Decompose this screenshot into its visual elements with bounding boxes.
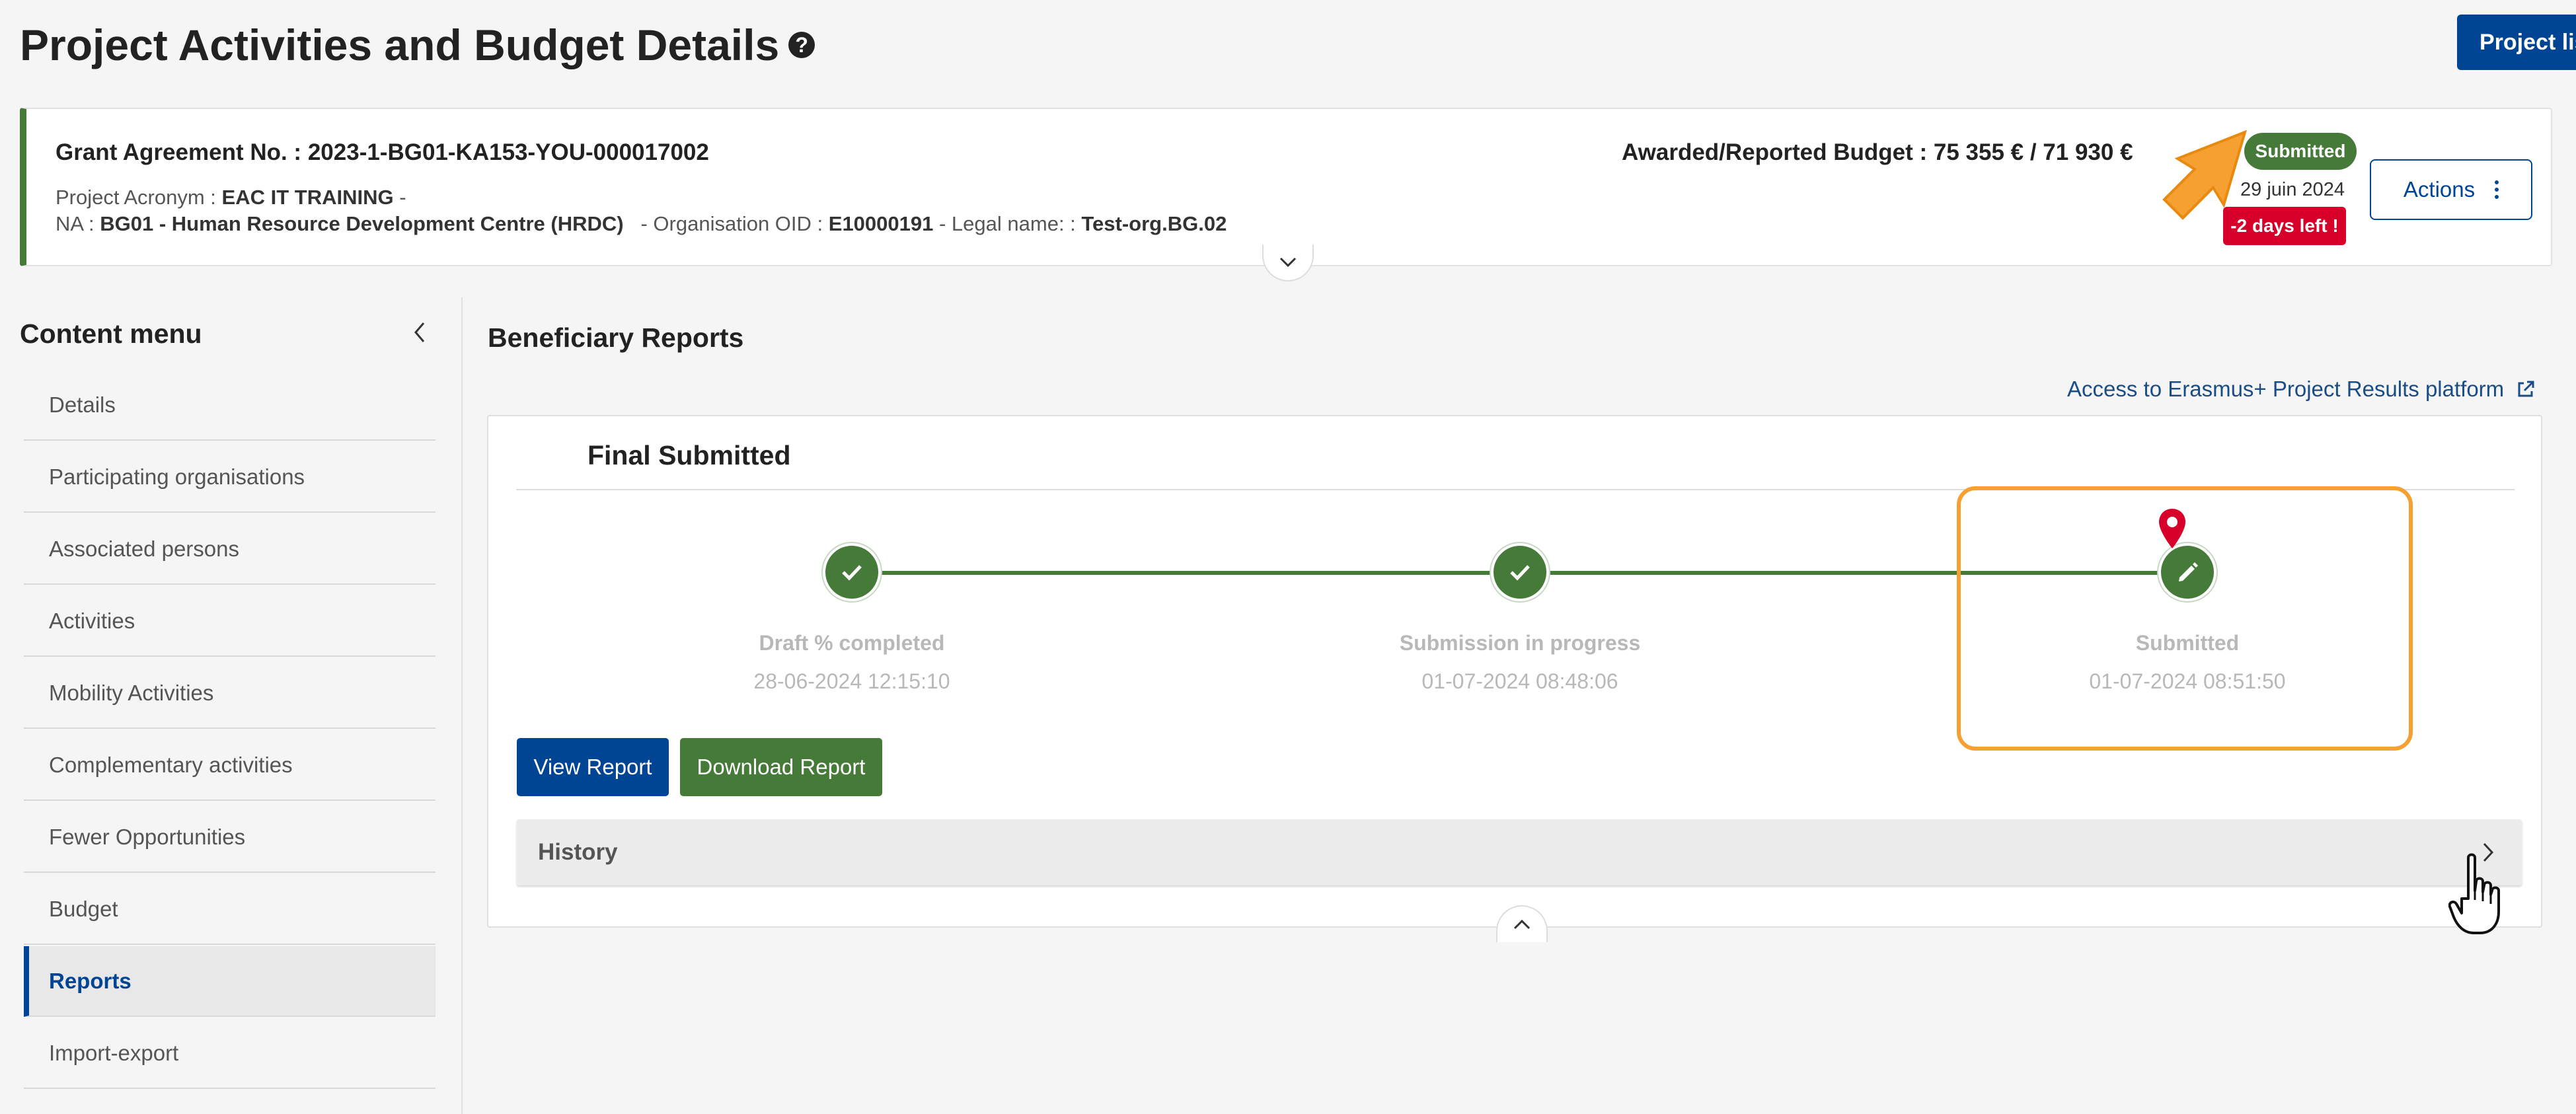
page-title-text: Project Activities and Budget Details [20,20,780,69]
sidebar-item-details[interactable]: Details [24,370,436,441]
sidebar-item-mobility-activities[interactable]: Mobility Activities [24,658,436,729]
step-draft-label: Draft % completed [759,631,945,655]
sidebar-item-associated-persons[interactable]: Associated persons [24,514,436,585]
external-link-icon [2518,381,2534,397]
sidebar-item-import-export[interactable]: Import-export [24,1018,436,1089]
chevron-left-icon [414,322,425,342]
arrow-annotation-icon [2162,130,2248,220]
project-acronym: Project Acronym : EAC IT TRAINING - [56,186,406,209]
content-menu-title: Content menu [20,318,202,349]
organisation-info: NA : BG01 - Human Resource Development C… [56,212,1227,235]
project-list-button[interactable]: Project list [2457,15,2576,70]
collapse-card-toggle[interactable] [1496,905,1548,942]
hand-cursor-icon [2448,853,2500,934]
chevron-up-icon [1513,919,1531,930]
step-submission-check-icon [1491,543,1549,601]
step-submission-label: Submission in progress [1399,631,1641,655]
sidebar-item-fewer-opportunities[interactable]: Fewer Opportunities [24,802,436,873]
page-title: Project Activities and Budget Details ? [20,20,815,70]
check-icon [842,565,862,581]
sidebar-item-complementary-activities[interactable]: Complementary activities [24,730,436,801]
content-menu-sidebar: Content menu Details Participating organ… [0,297,463,1114]
expand-details-toggle[interactable] [1262,244,1314,281]
sidebar-item-reports[interactable]: Reports [24,946,436,1017]
section-title: Beneficiary Reports [488,322,744,353]
view-report-button[interactable]: View Report [517,738,669,796]
location-pin-icon [2159,509,2185,548]
report-card: Final Submitted Draft % completed 28-06-… [487,415,2542,942]
question-circle-icon[interactable]: ? [788,32,815,58]
step-draft-date: 28-06-2024 12:15:10 [753,669,950,693]
awarded-budget: Awarded/Reported Budget : 75 355 € / 71 … [1622,139,2133,165]
sidebar-item-budget[interactable]: Budget [24,874,436,945]
sidebar-item-participating-organisations[interactable]: Participating organisations [24,442,436,513]
sidebar-item-activities[interactable]: Activities [24,586,436,657]
step-draft-check-icon [823,543,881,601]
status-badge: Submitted [2244,133,2357,170]
step-submission-date: 01-07-2024 08:48:06 [1421,669,1618,693]
download-report-button[interactable]: Download Report [680,738,882,796]
history-label: History [538,839,618,865]
chevron-down-icon [1279,257,1297,268]
kebab-menu-icon [2495,180,2499,199]
history-accordion[interactable]: History [517,819,2522,885]
grant-agreement-number: Grant Agreement No. : 2023-1-BG01-KA153-… [56,139,709,165]
report-card-title: Final Submitted [587,440,791,470]
check-icon [1510,565,1530,581]
erasmus-results-link[interactable]: Access to Erasmus+ Project Results platf… [2067,377,2536,402]
actions-button[interactable]: Actions [2370,159,2532,220]
collapse-menu-button[interactable] [403,316,436,349]
